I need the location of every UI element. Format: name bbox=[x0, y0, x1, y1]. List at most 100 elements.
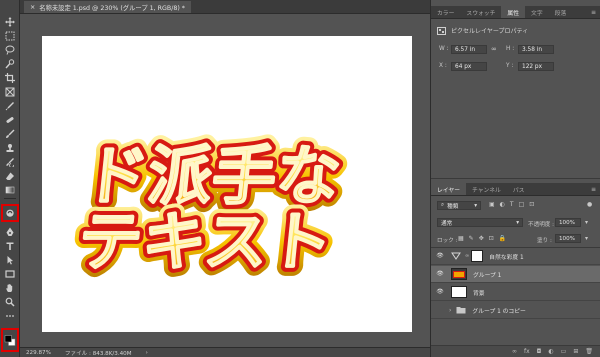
tab-channels[interactable]: チャンネル bbox=[466, 183, 507, 195]
layer-name: グループ 1 のコピー bbox=[472, 308, 526, 315]
link-icon[interactable]: ∞ bbox=[512, 348, 517, 355]
tab-paths[interactable]: パス bbox=[507, 183, 531, 195]
new-layer-icon[interactable]: ⊞ bbox=[573, 348, 578, 355]
canvas-text-line2: テキスト bbox=[74, 205, 336, 280]
tab-properties[interactable]: 属性 bbox=[501, 6, 526, 18]
adjustment-icon[interactable]: ◐ bbox=[548, 348, 553, 355]
opacity-value: 100% bbox=[559, 219, 575, 226]
link-proportions-icon[interactable]: ∞ bbox=[491, 45, 497, 53]
status-bar: 229.87% ファイル : 843.8K/3.40M › bbox=[20, 347, 430, 357]
layers-panel-footer: ∞ fx ◘ ◐ ▭ ⊞ 🗑 bbox=[431, 345, 600, 357]
eye-icon[interactable]: 👁 bbox=[431, 253, 449, 259]
folder-icon[interactable]: ▭ bbox=[561, 348, 567, 355]
fx-icon[interactable]: fx bbox=[524, 348, 530, 355]
layers-panel-menu-icon[interactable]: ≡ bbox=[586, 183, 600, 195]
filter-smart-object-icon[interactable]: ⊡ bbox=[529, 201, 534, 208]
x-position-field[interactable]: 64 px bbox=[451, 62, 487, 71]
photoshop-window: × 名称未設定 1.psd @ 230% (グループ 1, RGB/8) * ド… bbox=[0, 0, 600, 357]
marquee-tool-icon[interactable] bbox=[4, 30, 16, 41]
rectangle-tool-icon[interactable] bbox=[4, 268, 16, 279]
opacity-field[interactable]: 100% bbox=[555, 218, 581, 227]
filter-shape-icon[interactable]: □ bbox=[519, 201, 525, 208]
group-text-thumbnail bbox=[451, 268, 467, 280]
blend-mode-select[interactable]: 通常 ▾ bbox=[437, 218, 523, 227]
width-label: W : bbox=[439, 46, 449, 52]
tab-paragraph[interactable]: 段落 bbox=[549, 6, 573, 18]
lock-label: ロック : bbox=[437, 238, 458, 244]
foreground-background-colors-icon[interactable] bbox=[1, 328, 19, 352]
healing-brush-tool-icon[interactable] bbox=[4, 114, 16, 125]
height-label: H : bbox=[506, 46, 515, 52]
trash-icon[interactable]: 🗑 bbox=[585, 348, 593, 355]
filter-pixel-icon[interactable]: ▣ bbox=[489, 201, 495, 208]
lock-position-icon[interactable]: ✥ bbox=[479, 235, 484, 242]
flashy-text-artwork: ド派手な ド派手な ド派手な テキスト テキスト テキスト bbox=[65, 130, 353, 289]
tab-character[interactable]: 文字 bbox=[525, 6, 549, 18]
lasso-tool-icon[interactable] bbox=[4, 44, 16, 55]
document-tab[interactable]: × 名称未設定 1.psd @ 230% (グループ 1, RGB/8) * bbox=[24, 1, 191, 13]
layer-filter-value: 種類 bbox=[447, 203, 459, 210]
lock-all-icon[interactable]: 🔒 bbox=[499, 235, 506, 242]
close-icon[interactable]: × bbox=[30, 4, 35, 11]
lock-image-icon[interactable]: ✎ bbox=[469, 235, 474, 242]
lock-transparent-icon[interactable]: ▦ bbox=[458, 235, 464, 242]
document-canvas[interactable]: ド派手な ド派手な ド派手な テキスト テキスト テキスト bbox=[42, 36, 412, 332]
layers-panel-tabs: レイヤー チャンネル パス ≡ bbox=[431, 183, 600, 196]
eraser-tool-icon[interactable] bbox=[4, 170, 16, 181]
clone-stamp-tool-icon[interactable] bbox=[4, 142, 16, 153]
history-brush-tool-icon[interactable] bbox=[4, 156, 16, 167]
hand-tool-icon[interactable] bbox=[4, 282, 16, 293]
tab-layers[interactable]: レイヤー bbox=[431, 183, 467, 195]
canvas-workarea[interactable]: ド派手な ド派手な ド派手な テキスト テキスト テキスト bbox=[20, 14, 430, 347]
crop-tool-icon[interactable] bbox=[4, 72, 16, 83]
gradient-tool-icon[interactable] bbox=[4, 184, 16, 195]
chevron-down-icon: ▾ bbox=[516, 219, 519, 226]
zoom-level[interactable]: 229.87% bbox=[26, 350, 51, 356]
folder-icon bbox=[456, 307, 466, 314]
chevron-right-icon[interactable]: › bbox=[449, 307, 451, 314]
more-tools-icon[interactable] bbox=[4, 310, 16, 321]
width-field[interactable]: 6.57 in bbox=[451, 45, 487, 54]
eye-icon[interactable]: 👁 bbox=[431, 289, 449, 295]
opacity-label: 不透明度 : bbox=[528, 222, 555, 228]
y-position-field[interactable]: 122 px bbox=[518, 62, 554, 71]
pixel-layer-icon bbox=[437, 26, 446, 35]
eye-icon[interactable]: 👁 bbox=[431, 271, 449, 277]
tab-color[interactable]: カラー bbox=[431, 6, 460, 18]
path-selection-tool-icon[interactable] bbox=[4, 254, 16, 265]
type-tool-icon[interactable] bbox=[4, 240, 16, 251]
vibrance-adjustment-icon bbox=[451, 252, 461, 260]
filter-type-icon[interactable]: T bbox=[510, 201, 514, 208]
eyedropper-tool-icon[interactable] bbox=[4, 100, 16, 111]
quick-selection-tool-icon[interactable] bbox=[4, 58, 16, 69]
move-tool-icon[interactable] bbox=[4, 16, 16, 27]
toolbar-separator bbox=[4, 198, 16, 199]
brush-tool-icon[interactable] bbox=[4, 128, 16, 139]
mask-icon[interactable]: ◘ bbox=[537, 348, 542, 355]
chevron-down-icon: ▾ bbox=[474, 202, 477, 209]
layer-row-background[interactable]: 👁 背景 bbox=[431, 284, 600, 301]
filter-adjustment-icon[interactable]: ◐ bbox=[500, 201, 505, 208]
layer-row-vibrance[interactable]: 👁 ∞ 自然な彩度 1 bbox=[431, 248, 600, 265]
height-field[interactable]: 3.58 in bbox=[518, 45, 554, 54]
status-menu-arrow[interactable]: › bbox=[146, 350, 148, 356]
frame-tool-icon[interactable] bbox=[4, 86, 16, 97]
highlighted-tool-icon[interactable] bbox=[1, 204, 19, 222]
canvas-text-line1: ド派手な bbox=[80, 139, 344, 214]
layer-row-group-1[interactable]: 👁 グループ 1 bbox=[431, 266, 600, 283]
lock-artboard-icon[interactable]: ⊡ bbox=[489, 235, 494, 242]
layer-row-group-1-copy[interactable]: › グループ 1 のコピー bbox=[431, 302, 600, 319]
blend-mode-value: 通常 bbox=[441, 220, 453, 227]
pen-tool-icon[interactable] bbox=[4, 226, 16, 237]
tab-swatches[interactable]: スウォッチ bbox=[460, 6, 501, 18]
panel-menu-icon[interactable]: ≡ bbox=[586, 6, 600, 18]
chevron-down-icon[interactable]: ▾ bbox=[585, 235, 588, 242]
fill-field[interactable]: 100% bbox=[555, 234, 581, 243]
zoom-tool-icon[interactable] bbox=[4, 296, 16, 307]
chevron-down-icon[interactable]: ▾ bbox=[585, 219, 588, 226]
layer-name: 背景 bbox=[473, 290, 485, 297]
layer-name: 自然な彩度 1 bbox=[489, 254, 524, 261]
search-icon: ⌕ bbox=[441, 202, 445, 208]
layer-filter-select[interactable]: ⌕ 種類 ▾ bbox=[437, 201, 481, 210]
filter-toggle-icon[interactable]: ● bbox=[587, 201, 592, 208]
